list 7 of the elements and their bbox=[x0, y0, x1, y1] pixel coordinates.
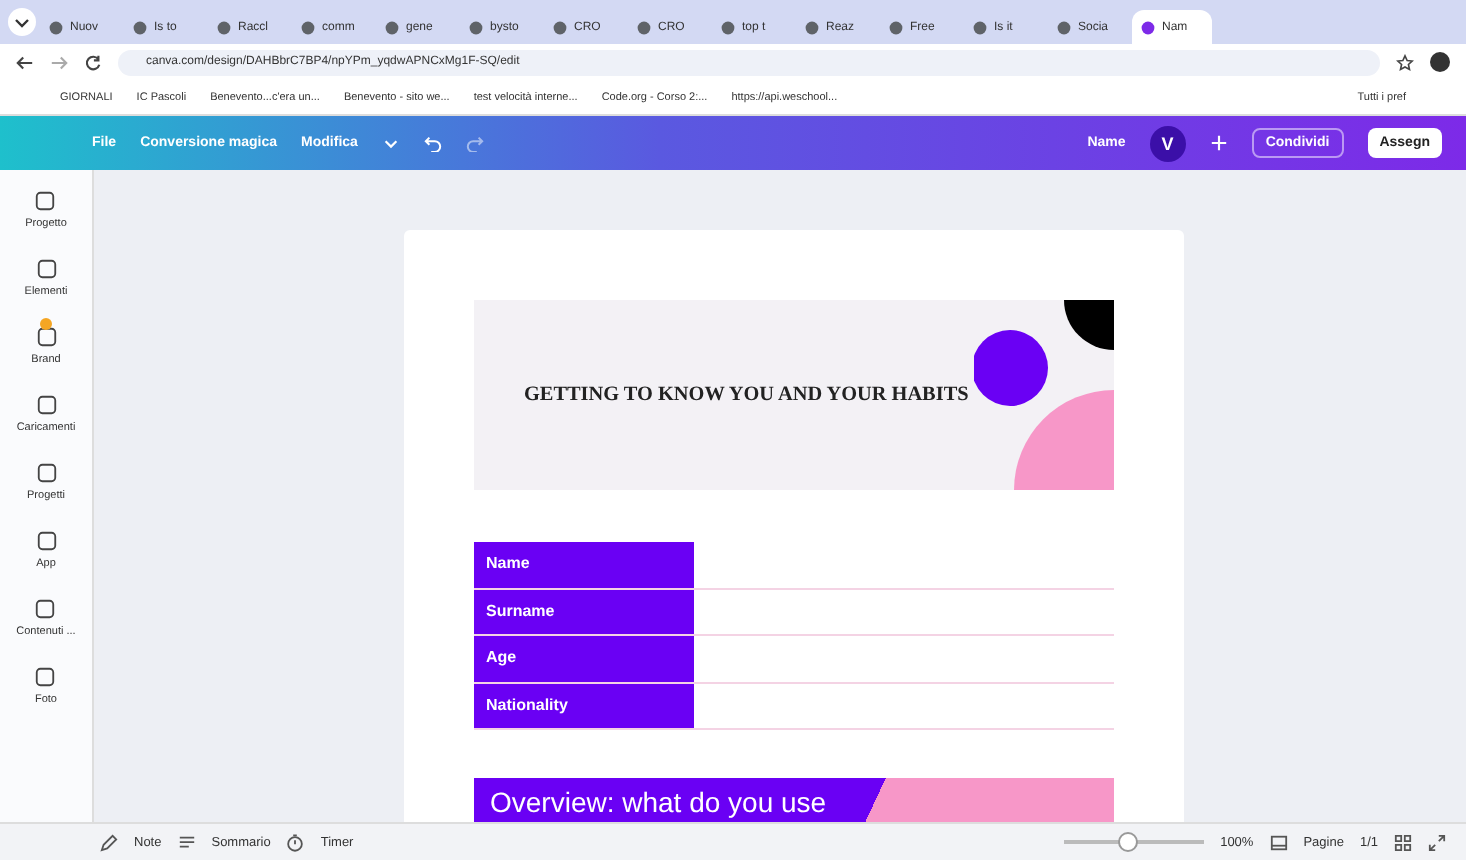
overview-heading: Overview: what do you use bbox=[488, 786, 827, 818]
design-title: GETTING TO KNOW YOU AND YOUR HABITS bbox=[524, 384, 969, 406]
table-label-cell: Surname bbox=[474, 589, 694, 634]
table-label-cell: Name bbox=[474, 542, 694, 587]
table-label-cell: Age bbox=[474, 636, 694, 681]
user-avatar[interactable]: V bbox=[1149, 125, 1186, 161]
table-label-cell: Nationality bbox=[474, 683, 694, 728]
